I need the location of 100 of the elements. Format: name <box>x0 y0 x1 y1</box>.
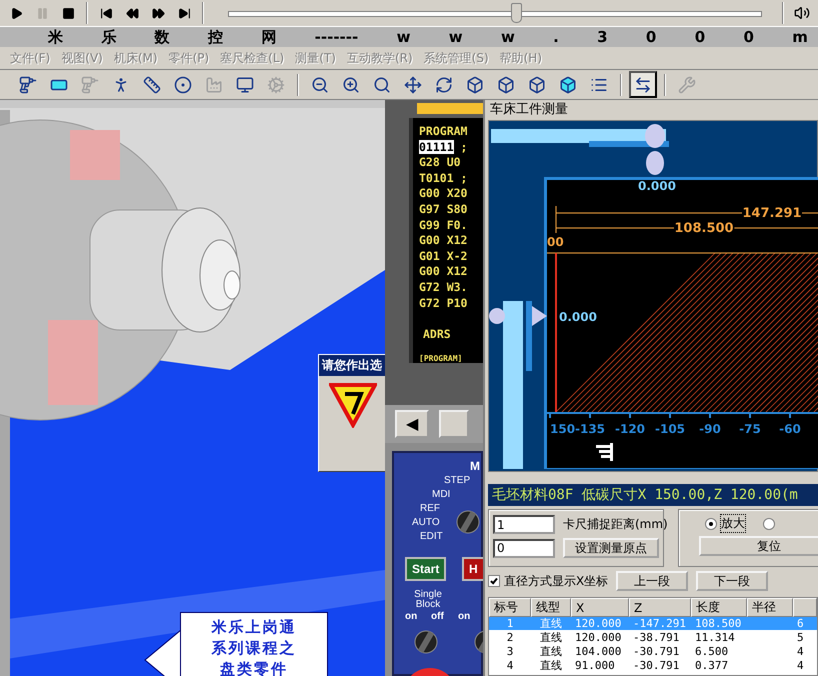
banner-text: ------- <box>314 28 358 46</box>
axis-label: -105 <box>654 422 686 436</box>
dimension-label: 147.291 <box>742 206 802 221</box>
table-cell-text: -30.791 <box>632 659 680 672</box>
table-cell-text: 120.000 <box>574 631 622 644</box>
column-header[interactable]: Z <box>629 598 691 617</box>
axis-label: 150 <box>550 422 576 436</box>
column-header[interactable]: X <box>571 598 629 617</box>
banner-text: 控 <box>208 28 223 46</box>
start-button[interactable]: Start <box>405 557 446 581</box>
table-cell-text: 108.500 <box>694 617 742 630</box>
column-header[interactable] <box>793 598 817 617</box>
banner-text: 数 <box>154 28 170 46</box>
radio-button[interactable] <box>705 518 717 530</box>
softkey-label: [PROGRAM] <box>419 352 464 363</box>
banner-text: 乐 <box>101 28 116 46</box>
table-cell-text: -147.291 <box>632 617 687 630</box>
table-cell-text: 直线 <box>539 658 563 673</box>
axis-label: -60 <box>779 422 801 436</box>
reset-button[interactable]: 复位 <box>699 536 818 556</box>
column-header[interactable]: 线型 <box>531 598 571 617</box>
table-cell-text: 直线 <box>539 630 563 645</box>
program-line: G72 W3. <box>419 280 468 296</box>
axis-label: -135 <box>574 422 606 436</box>
table-cell-text: 120.000 <box>574 617 622 630</box>
table-row[interactable]: 2 直线 120.000 -38.791 11.314 5 <box>489 630 817 644</box>
banner-text: w <box>500 28 515 46</box>
banner-text: w <box>448 28 463 46</box>
screen-strip <box>417 103 483 114</box>
progress-slider[interactable] <box>228 2 762 24</box>
banner-text: 米 <box>48 28 63 46</box>
dialog-title: 请您作出选 <box>319 355 385 376</box>
banner-text: w <box>396 28 410 46</box>
field-label: 卡尺捕捉距离(mm) <box>563 516 668 533</box>
axis-label: -120 <box>614 422 646 436</box>
hold-button[interactable]: H <box>462 557 483 581</box>
mode-label: MDI <box>432 489 450 500</box>
program-line: G00 X12 <box>419 264 468 280</box>
warning-icon <box>329 382 377 428</box>
program-line: G28 U0 <box>419 155 462 171</box>
banner-text: 0 <box>743 28 754 46</box>
slider-thumb[interactable] <box>511 3 522 23</box>
program-line: G01 X-2 <box>419 248 468 264</box>
switch-label: on <box>405 611 418 622</box>
table-cell-text: 91.000 <box>574 659 616 672</box>
banner-text: 0 <box>694 28 706 46</box>
table-cell-text: 11.314 <box>694 631 736 644</box>
table-cell-text: 2 <box>506 631 514 644</box>
banner-text: 3 <box>597 28 608 46</box>
banner-text: . <box>553 28 559 46</box>
mode-label: STEP <box>444 475 470 486</box>
axis-label: -75 <box>739 422 761 436</box>
set-origin-button[interactable]: 设置测量原点 <box>563 538 659 558</box>
edge-label: 00 <box>547 235 564 249</box>
table-cell-text: 6.500 <box>694 645 730 658</box>
blank-info-bar: 毛坯材料08F 低碳尺寸X 150.00,Z 120.00(m <box>488 484 818 506</box>
radio-button[interactable] <box>763 518 775 530</box>
banner-text: m <box>792 28 808 46</box>
capture-distance-field[interactable]: 1 <box>493 515 555 534</box>
program-line: G72 P10 <box>419 296 468 312</box>
program-line: G99 F0. <box>419 218 468 234</box>
previous-segment-button[interactable]: 上一段 <box>616 571 688 591</box>
callout-text: 系列课程之 <box>212 638 296 659</box>
panel-title: M <box>470 459 480 473</box>
axis-label: -90 <box>699 422 721 436</box>
column-header[interactable]: 长度 <box>691 598 747 617</box>
column-header[interactable]: 半径 <box>747 598 793 617</box>
program-line: G00 X12 <box>419 233 468 249</box>
table-row[interactable]: 4 直线 91.000 -30.791 0.377 4 <box>489 658 817 672</box>
table-cell-text: 直线 <box>539 616 563 631</box>
origin-field[interactable]: 0 <box>493 538 555 558</box>
banner-text: 网 <box>261 28 276 46</box>
table-cell-text: 4 <box>796 659 805 672</box>
table-cell-text: 4 <box>506 659 514 672</box>
top-readout: 0.000 <box>638 179 676 193</box>
table-cell-text: 6 <box>796 617 805 630</box>
table-cell-text: 4 <box>796 645 805 658</box>
radio-label[interactable]: 放大 <box>721 515 745 532</box>
table-cell-text: 0.377 <box>694 659 730 672</box>
mode-label: REF <box>420 503 440 514</box>
banner-text: 0 <box>646 28 656 46</box>
scroll-left-button[interactable]: ◀ <box>395 410 429 438</box>
switch-label: off <box>431 611 444 622</box>
table-cell-text: 104.000 <box>574 645 622 658</box>
left-readout: 0.000 <box>559 310 597 324</box>
column-header[interactable]: 标号 <box>489 598 531 617</box>
next-segment-button[interactable]: 下一段 <box>696 571 768 591</box>
mode-label: AUTO <box>412 517 440 528</box>
table-row[interactable]: 3 直线 104.000 -30.791 6.500 4 <box>489 644 817 658</box>
table-cell-text: -30.791 <box>632 645 680 658</box>
checkbox-label[interactable]: 直径方式显示X坐标 <box>504 572 608 590</box>
dimension-label: 108.500 <box>674 221 734 236</box>
checkbox[interactable] <box>488 575 500 587</box>
program-line: G00 X20 <box>419 186 468 202</box>
swap-arrows-icon[interactable] <box>629 71 657 98</box>
callout-text: 米乐上岗通 <box>212 617 296 638</box>
adrs-label: ADRS <box>423 327 452 343</box>
table-cell-text: 5 <box>796 631 805 644</box>
program-line: PROGRAM <box>419 124 468 140</box>
table-cell-text: 3 <box>506 645 514 658</box>
